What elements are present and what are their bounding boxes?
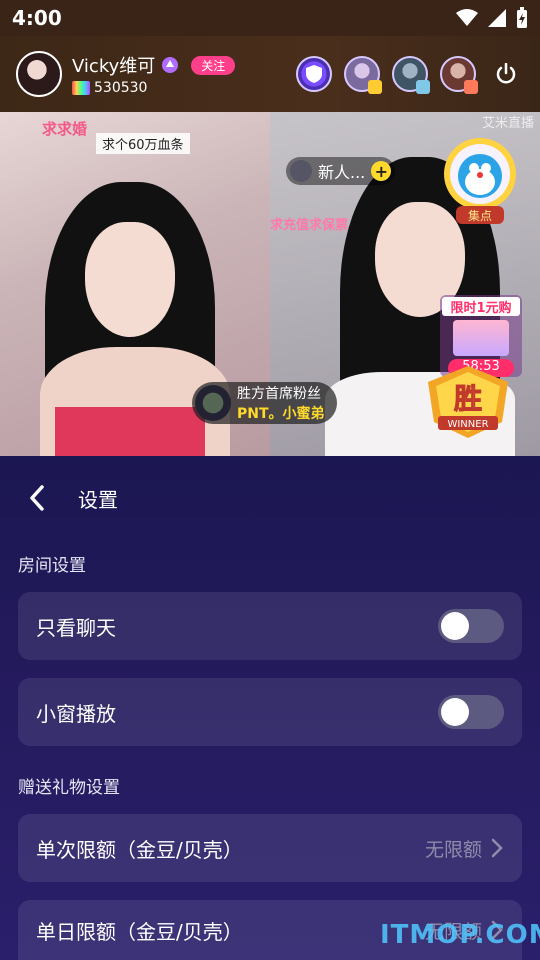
- guest-name: 新人...: [318, 163, 366, 182]
- chat-only-row[interactable]: 只看聊天: [18, 592, 522, 660]
- power-icon: [496, 63, 516, 84]
- left-overlay-text: 求求婚: [42, 120, 88, 138]
- top-fan-pill[interactable]: 胜方首席粉丝 PNT。小蜜弟: [192, 382, 337, 424]
- top-fan-avatar: [195, 385, 231, 421]
- viewer-avatar-1[interactable]: [344, 56, 382, 94]
- back-button[interactable]: [22, 483, 52, 513]
- right-overlay-text: 求充值求保票: [270, 218, 349, 233]
- chevron-left-icon: [30, 485, 44, 511]
- top-fan-title: 胜方首席粉丝: [237, 386, 321, 402]
- close-power-button[interactable]: [488, 56, 524, 92]
- viewer-avatar-2[interactable]: [392, 56, 430, 94]
- top-fan-name: PNT。小蜜弟: [237, 406, 325, 422]
- winner-badge-icon: 胜 WINNER: [428, 366, 508, 438]
- gift-settings-heading: 赠送礼物设置: [18, 778, 120, 798]
- live-header: Vicky维可 关注 530530: [0, 36, 540, 112]
- guard-shield-icon[interactable]: [296, 56, 332, 92]
- battery-icon: [517, 7, 527, 28]
- level-badge-icon: [162, 57, 179, 73]
- wifi-icon: [456, 9, 478, 26]
- chat-only-toggle[interactable]: [438, 609, 504, 643]
- single-limit-label: 单次限额（金豆/贝壳）: [36, 837, 243, 862]
- viewer-avatar-3[interactable]: [440, 56, 478, 94]
- anchor-name: Vicky维可: [72, 56, 156, 77]
- mini-window-label: 小窗播放: [36, 701, 116, 726]
- id-badge-icon: [72, 81, 90, 95]
- site-watermark: ITMOP.COM: [380, 920, 540, 950]
- status-time: 4:00: [12, 6, 62, 30]
- top-watermark: 艾米直播: [481, 116, 534, 131]
- live-video-area[interactable]: 求求婚 求个60万血条 求充值求保票 艾米直播 新人... + 集点 限时1元购…: [0, 112, 540, 456]
- anchor-info: Vicky维可 关注 530530: [72, 52, 236, 96]
- anchor-avatar[interactable]: [16, 51, 62, 97]
- chat-only-label: 只看聊天: [36, 615, 116, 640]
- settings-title: 设置: [78, 487, 118, 512]
- add-guest-icon[interactable]: +: [371, 161, 392, 181]
- guest-avatar: [290, 160, 312, 182]
- guest-pill[interactable]: 新人... +: [286, 157, 396, 185]
- follow-button[interactable]: 关注: [191, 55, 236, 75]
- mini-window-toggle[interactable]: [438, 695, 504, 729]
- left-overlay-tag: 求个60万血条: [96, 133, 190, 154]
- promo-title: 限时1元购: [442, 297, 520, 316]
- chevron-right-icon: [491, 838, 503, 858]
- settings-header: 设置: [0, 456, 540, 540]
- status-bar: 4:00: [0, 0, 540, 36]
- system-icons: [456, 7, 528, 29]
- room-settings-heading: 房间设置: [18, 556, 86, 576]
- doraemon-event-badge-icon[interactable]: 集点: [440, 134, 520, 226]
- single-limit-row[interactable]: 单次限额（金豆/贝壳） 无限额: [18, 814, 522, 882]
- winner-label: WINNER: [447, 419, 488, 430]
- single-limit-value: 无限额: [424, 838, 482, 861]
- mini-window-row[interactable]: 小窗播放: [18, 678, 522, 746]
- badge-label: 集点: [468, 208, 492, 223]
- signal-icon: [488, 9, 506, 27]
- header-right: [296, 56, 524, 94]
- gift-box-icon: [453, 320, 509, 356]
- winner-char: 胜: [454, 382, 482, 415]
- daily-limit-label: 单日限额（金豆/贝壳）: [36, 919, 243, 944]
- anchor-id: 530530: [94, 80, 148, 96]
